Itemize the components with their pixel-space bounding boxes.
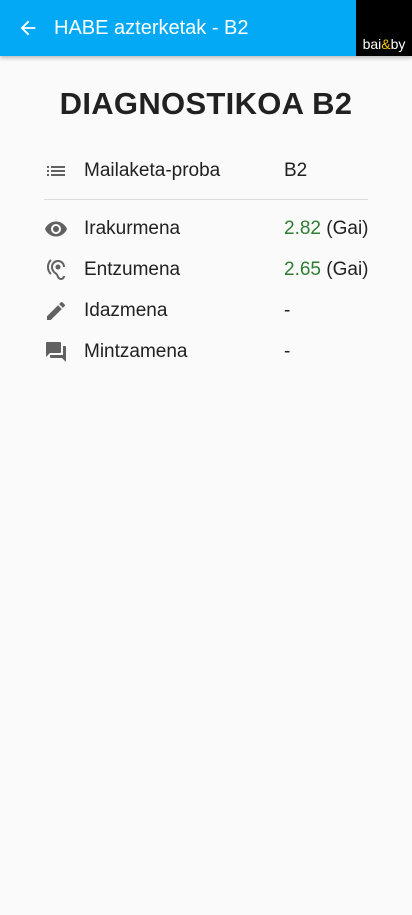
app-bar: HABE azterketak - B2 bai&by [0, 0, 412, 56]
chat-icon [46, 342, 66, 362]
app-bar-title: HABE azterketak - B2 [54, 17, 249, 39]
skill-label: Mintzamena [84, 341, 188, 362]
skill-score: 2.82 [284, 218, 321, 239]
page-title: DIAGNOSTIKOA B2 [59, 86, 353, 121]
summary-value: B2 [284, 160, 308, 181]
skill-value: 2.82 (Gai) [284, 208, 369, 249]
arrow-back-icon [20, 20, 36, 36]
skill-value: - [284, 300, 291, 321]
skill-result: (Gai) [326, 259, 369, 280]
summary-label: Mailaketa-proba [84, 160, 221, 181]
skill-row-writing: Idazmena - [44, 290, 368, 331]
skill-row-speaking: Mintzamena - [44, 331, 368, 372]
divider [44, 199, 368, 200]
skill-row-reading: Irakurmena 2.82 (Gai) [44, 208, 369, 249]
skill-value: - [284, 341, 291, 362]
list-icon [47, 166, 65, 176]
summary-row: Mailaketa-proba B2 [44, 150, 368, 191]
skill-label: Entzumena [84, 259, 181, 280]
skill-result: (Gai) [326, 218, 369, 239]
hearing-icon [47, 259, 65, 280]
skill-score: 2.65 [284, 259, 321, 280]
skill-value: 2.65 (Gai) [284, 249, 369, 290]
baiby-logo: bai&by [356, 0, 412, 56]
skill-label: Idazmena [84, 300, 168, 321]
pencil-icon [47, 301, 66, 320]
eye-icon [45, 221, 67, 237]
back-button[interactable] [14, 14, 42, 42]
skill-label: Irakurmena [84, 218, 181, 239]
skill-row-listening: Entzumena 2.65 (Gai) [44, 249, 369, 290]
